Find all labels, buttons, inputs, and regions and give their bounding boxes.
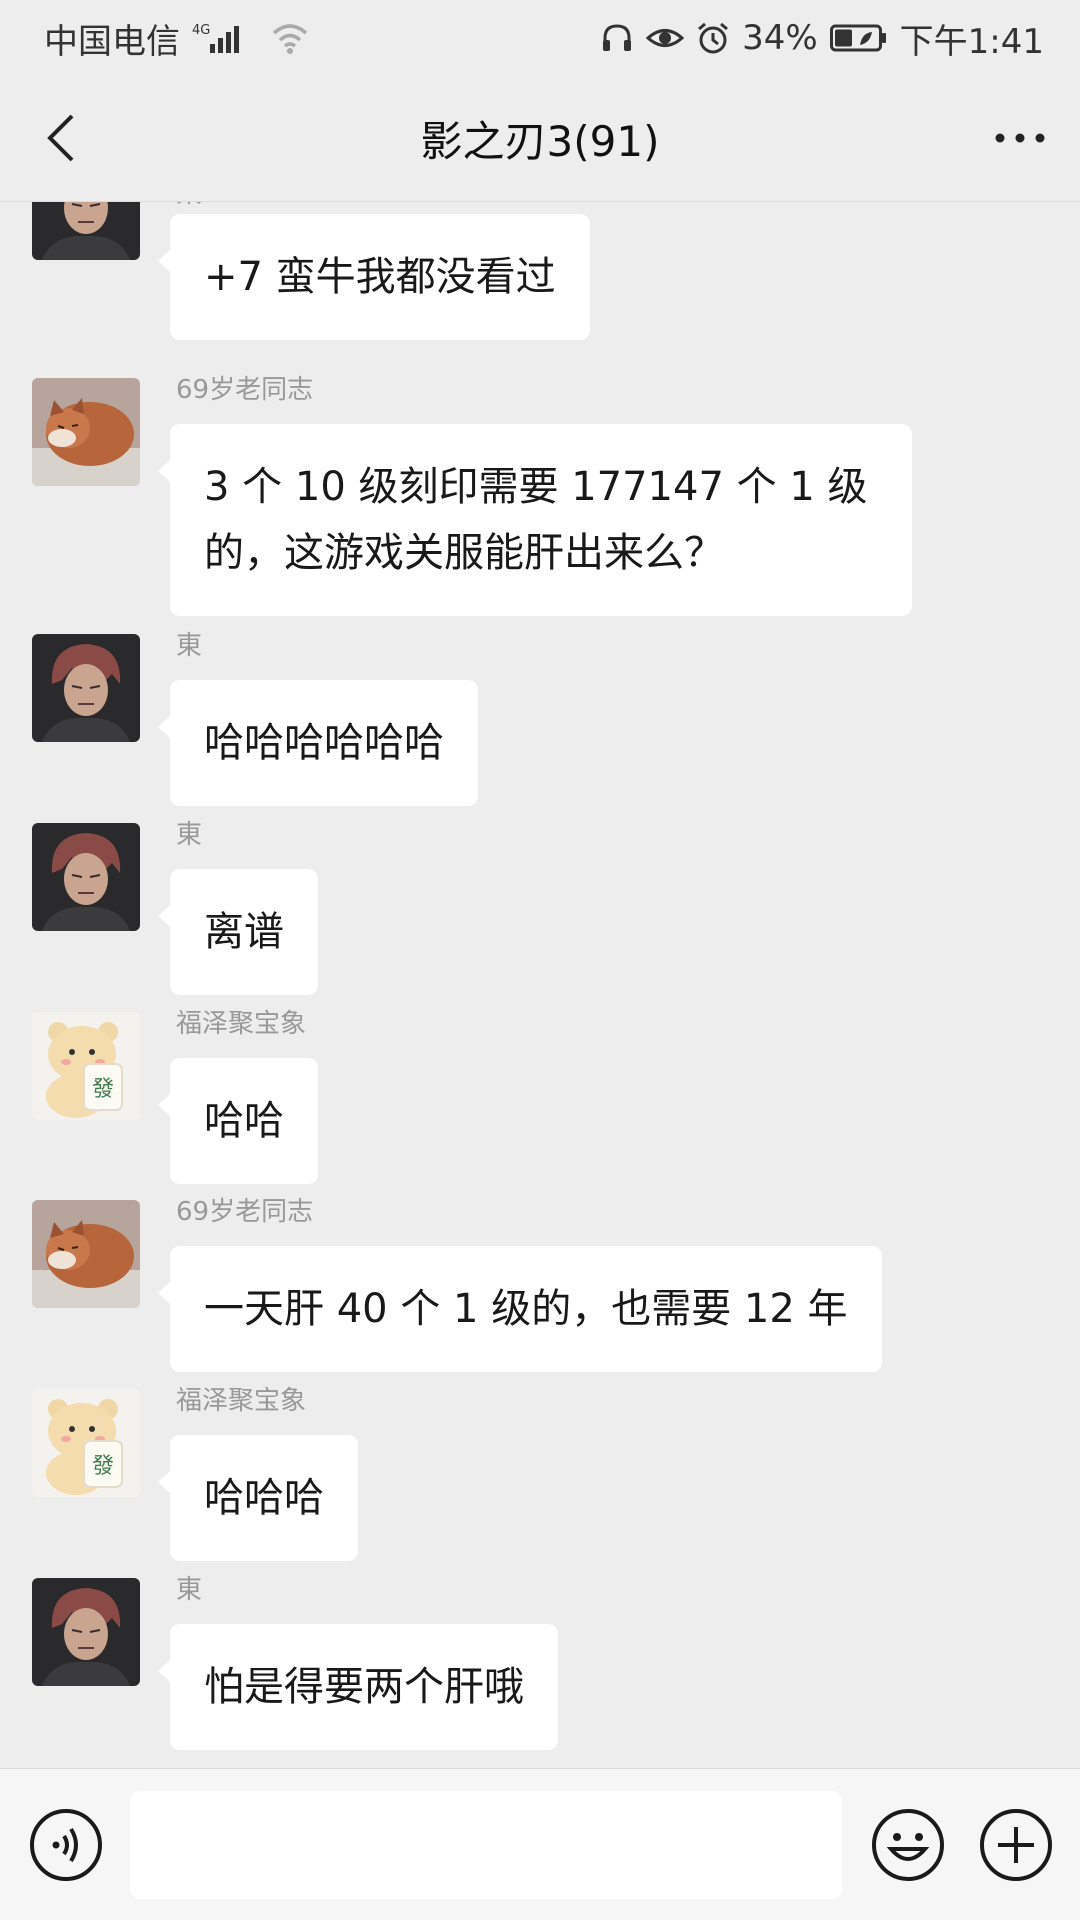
sender-name: 福泽聚宝象	[176, 1009, 307, 1039]
input-bar	[0, 1768, 1080, 1920]
message-bubble[interactable]: 哈哈哈哈哈哈	[158, 680, 478, 806]
message-bubble[interactable]: 怕是得要两个肝哦	[158, 1624, 558, 1750]
emoji-button[interactable]	[870, 1807, 946, 1883]
wifi-icon	[270, 21, 310, 55]
battery-icon	[829, 23, 888, 53]
cat-avatar[interactable]	[32, 378, 140, 486]
chat-title: 影之刃3(91)	[420, 117, 660, 166]
sender-name: 東	[176, 202, 202, 212]
battery-percent: 34%	[742, 18, 818, 58]
voice-button[interactable]	[28, 1807, 104, 1883]
headphones-icon	[600, 21, 634, 55]
network-label: 4G	[192, 23, 210, 38]
chat-header: 影之刃3(91)	[0, 76, 1080, 202]
avatar-badge-text: 發	[92, 1454, 114, 1479]
emoji-icon	[872, 1809, 944, 1881]
chevron-left-icon	[47, 114, 74, 162]
message-bubble[interactable]: 一天肝 40 个 1 级的，也需要 12 年	[158, 1246, 882, 1372]
sender-name: 東	[176, 820, 203, 850]
eye-icon	[646, 21, 685, 55]
more-options-button[interactable]	[988, 106, 1052, 170]
cat-avatar[interactable]	[32, 1200, 140, 1308]
alarm-icon	[696, 21, 730, 55]
voice-icon	[30, 1809, 102, 1881]
sender-name: 福泽聚宝象	[176, 1386, 307, 1416]
bear-avatar[interactable]: 發	[32, 1012, 140, 1120]
signal-icon: 4G	[192, 20, 258, 56]
carrier-label: 中国电信	[44, 21, 180, 62]
message-bubble[interactable]: 3 个 10 级刻印需要 177147 个 1 级的，这游戏关服能肝出来么？	[158, 424, 912, 616]
anime-boy-avatar[interactable]	[32, 634, 140, 742]
sender-name: 東	[176, 1575, 203, 1605]
message-bubble[interactable]: 哈哈哈	[158, 1435, 358, 1561]
sender-name: 69岁老同志	[176, 1197, 314, 1227]
anime-boy-avatar[interactable]	[32, 823, 140, 931]
avatar-badge-text: 發	[92, 1077, 114, 1102]
message-bubble[interactable]: +7 蛮牛我都没看过	[158, 214, 590, 340]
message-bubble[interactable]: 哈哈	[158, 1058, 318, 1184]
anime-boy-avatar[interactable]	[32, 1578, 140, 1686]
bear-avatar[interactable]: 發	[32, 1389, 140, 1497]
more-functions-button[interactable]	[978, 1807, 1054, 1883]
sender-name: 東	[176, 631, 203, 661]
sender-name: 69岁老同志	[176, 375, 314, 405]
message-list[interactable]: 東 +7 蛮牛我都没看过 69岁老同志 3 个 10 级刻印需要 177147 …	[0, 202, 1080, 1768]
anime-boy-avatar[interactable]	[32, 202, 140, 260]
message-input[interactable]	[130, 1791, 842, 1899]
plus-icon	[980, 1809, 1052, 1881]
message-bubble[interactable]: 离谱	[158, 869, 318, 995]
more-dots-icon	[995, 133, 1045, 143]
clock-time: 下午1:41	[899, 21, 1044, 62]
back-button[interactable]	[30, 106, 94, 170]
status-bar: 中国电信 4G 34% 下午1:41	[0, 0, 1080, 76]
